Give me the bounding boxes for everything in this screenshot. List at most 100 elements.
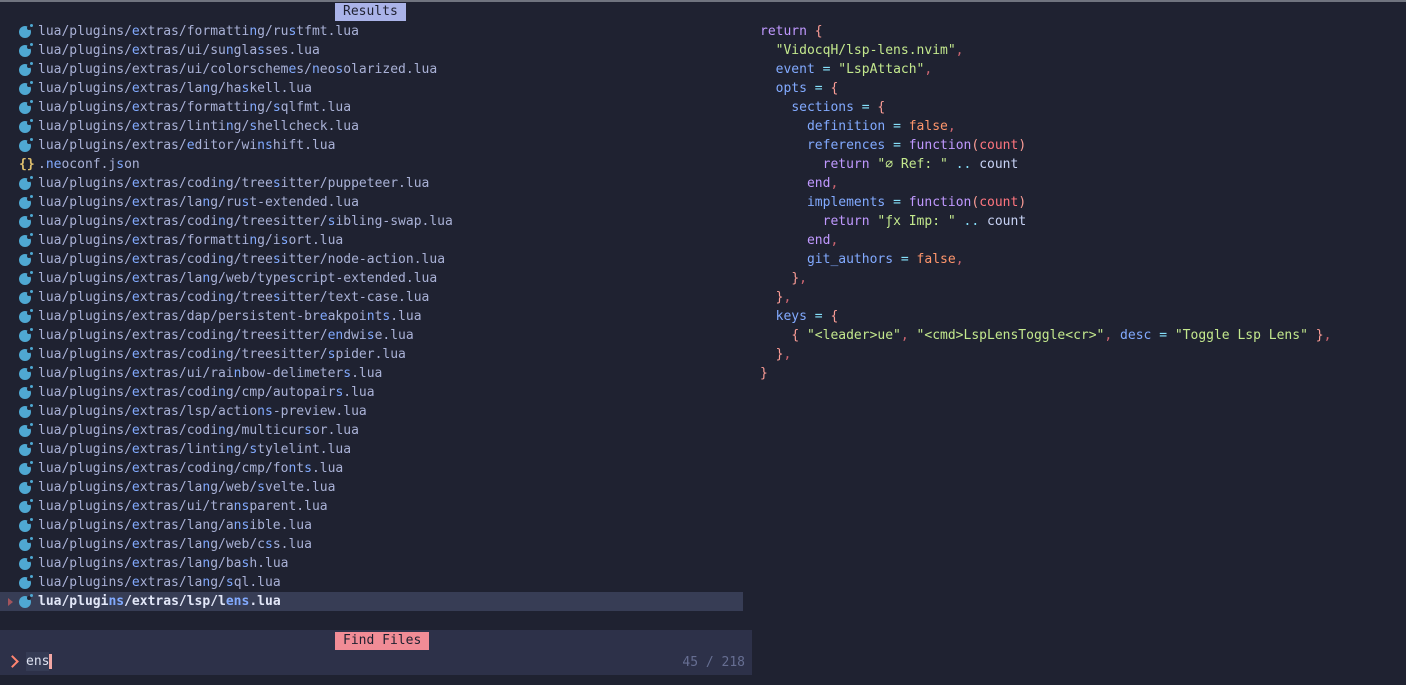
code-token: sections: [791, 100, 854, 115]
match-highlight: e: [132, 269, 140, 288]
code-token: =: [893, 138, 901, 153]
prompt-query-text[interactable]: ens: [26, 652, 49, 671]
code-token: =: [893, 119, 901, 134]
path-text: pider.lua: [335, 345, 405, 364]
path-text: g/web/: [210, 478, 257, 497]
code-token: return: [823, 214, 870, 229]
path-text: lua/plugins/: [38, 421, 132, 440]
lua-file-icon: [19, 311, 31, 323]
result-row[interactable]: lua/plugins/extras/lang/rust-extended.lu…: [0, 193, 752, 212]
code-token: ,: [783, 347, 791, 362]
result-row[interactable]: lua/plugins/extras/coding/treesitter/spi…: [0, 345, 752, 364]
result-row[interactable]: lua/plugins/extras/ui/rainbow-delimeters…: [0, 364, 752, 383]
code-token: [815, 62, 823, 77]
text-cursor: [49, 654, 52, 669]
result-row[interactable]: lua/plugins/extras/coding/treesitter/end…: [0, 326, 752, 345]
path-text: eo: [320, 60, 336, 79]
code-token: (: [971, 138, 979, 153]
path-text: e.lua: [375, 326, 414, 345]
result-row[interactable]: lua/plugins/extras/lang/ansible.lua: [0, 516, 752, 535]
code-token: ,: [956, 43, 964, 58]
result-row[interactable]: lua/plugins/extras/ui/colorschemes/neoso…: [0, 60, 752, 79]
lua-file-icon: [19, 64, 31, 76]
result-row[interactable]: lua/plugins/extras/ui/sunglasses.lua: [0, 41, 752, 60]
result-row[interactable]: lua/plugins/extras/coding/treesitter/tex…: [0, 288, 752, 307]
code-token: end: [807, 233, 830, 248]
code-token: (: [971, 195, 979, 210]
code-line: "VidocqH/lsp-lens.nvim",: [760, 41, 1331, 60]
path-text: lua/plugins/: [38, 231, 132, 250]
path-text: lua/plugins/: [38, 41, 132, 60]
path-text: s.lua: [273, 535, 312, 554]
match-highlight: e: [132, 573, 140, 592]
match-highlight: n: [202, 269, 210, 288]
prompt-panel-title: Find Files: [335, 632, 429, 650]
code-token: [971, 157, 979, 172]
result-row[interactable]: lua/plugins/extras/coding/treesitter/sib…: [0, 212, 752, 231]
result-row[interactable]: lua/plugins/extras/formatting/isort.lua: [0, 231, 752, 250]
code-token: implements: [807, 195, 885, 210]
code-token: function: [909, 195, 972, 210]
match-highlight: n: [218, 212, 226, 231]
path-text: g/: [257, 98, 273, 117]
path-text: lua/plugins/: [38, 459, 132, 478]
code-line: return "∅ Ref: " .. count: [760, 155, 1331, 174]
result-row[interactable]: lua/plugins/extras/lang/bash.lua: [0, 554, 752, 573]
path-text: xtras/la: [140, 269, 203, 288]
match-highlight: s: [288, 22, 296, 41]
code-token: ,: [830, 176, 838, 191]
match-highlight: s: [304, 421, 312, 440]
result-row[interactable]: {}.neoconf.json: [0, 155, 752, 174]
lua-file-icon: [19, 83, 31, 95]
results-list: lua/plugins/extras/formatting/rustfmt.lu…: [0, 22, 752, 611]
code-line: definition = false,: [760, 117, 1331, 136]
match-highlight: n: [202, 478, 210, 497]
path-text: lua/plugins/extras/ui/colorschem: [38, 60, 288, 79]
prompt-box[interactable]: Find Files ens 45 / 218: [0, 630, 752, 675]
code-token: [760, 81, 776, 96]
match-highlight: e: [132, 288, 140, 307]
result-row[interactable]: lua/plugins/extras/coding/treesitter/pup…: [0, 174, 752, 193]
lua-file-icon: [19, 406, 31, 418]
code-token: [760, 176, 807, 191]
path-text: xtras/ui/su: [140, 41, 226, 60]
match-highlight: s: [273, 288, 281, 307]
path-text: xtras/formatti: [140, 22, 250, 41]
result-row[interactable]: lua/plugins/extras/editor/winshift.lua: [0, 136, 752, 155]
path-text: g/ha: [210, 79, 241, 98]
prompt-input[interactable]: ens: [8, 651, 52, 671]
path-text: .: [38, 155, 46, 174]
result-row-selected[interactable]: lua/plugins/extras/lsp/lens.lua: [0, 592, 743, 611]
code-token: return: [823, 157, 870, 172]
result-row[interactable]: lua/plugins/extras/lang/sql.lua: [0, 573, 752, 592]
result-row[interactable]: lua/plugins/extras/coding/treesitter/nod…: [0, 250, 752, 269]
result-row[interactable]: lua/plugins/extras/linting/shellcheck.lu…: [0, 117, 752, 136]
path-text: xtras/codi: [140, 250, 218, 269]
path-text: lua/plugins/: [38, 516, 132, 535]
result-row[interactable]: lua/plugins/extras/lang/web/typescript-e…: [0, 269, 752, 288]
code-token: [979, 214, 987, 229]
result-row[interactable]: lua/plugins/extras/linting/stylelint.lua: [0, 440, 752, 459]
match-highlight: e: [132, 174, 140, 193]
result-row[interactable]: lua/plugins/extras/coding/cmp/fonts.lua: [0, 459, 752, 478]
code-token: {: [830, 81, 838, 96]
path-text: ibling-swap.lua: [335, 212, 452, 231]
result-row[interactable]: lua/plugins/extras/ui/transparent.lua: [0, 497, 752, 516]
path-text: g/ru: [210, 193, 241, 212]
result-row[interactable]: lua/plugins/extras/formatting/rustfmt.lu…: [0, 22, 752, 41]
match-highlight: n: [218, 250, 226, 269]
match-highlight: e: [132, 212, 140, 231]
result-row[interactable]: lua/plugins/extras/lang/web/svelte.lua: [0, 478, 752, 497]
match-highlight: e: [132, 497, 140, 516]
result-row[interactable]: lua/plugins/extras/coding/multicursor.lu…: [0, 421, 752, 440]
lua-file-icon: [19, 425, 31, 437]
result-row[interactable]: lua/plugins/extras/lang/web/css.lua: [0, 535, 752, 554]
path-text: akpoi: [328, 307, 367, 326]
result-row[interactable]: lua/plugins/extras/lang/haskell.lua: [0, 79, 752, 98]
result-row[interactable]: lua/plugins/extras/formatting/sqlfmt.lua: [0, 98, 752, 117]
code-token: [760, 328, 791, 343]
result-row[interactable]: lua/plugins/extras/coding/cmp/autopairs.…: [0, 383, 752, 402]
match-highlight: e: [132, 554, 140, 573]
result-row[interactable]: lua/plugins/extras/dap/persistent-breakp…: [0, 307, 752, 326]
result-row[interactable]: lua/plugins/extras/lsp/actions-preview.l…: [0, 402, 752, 421]
